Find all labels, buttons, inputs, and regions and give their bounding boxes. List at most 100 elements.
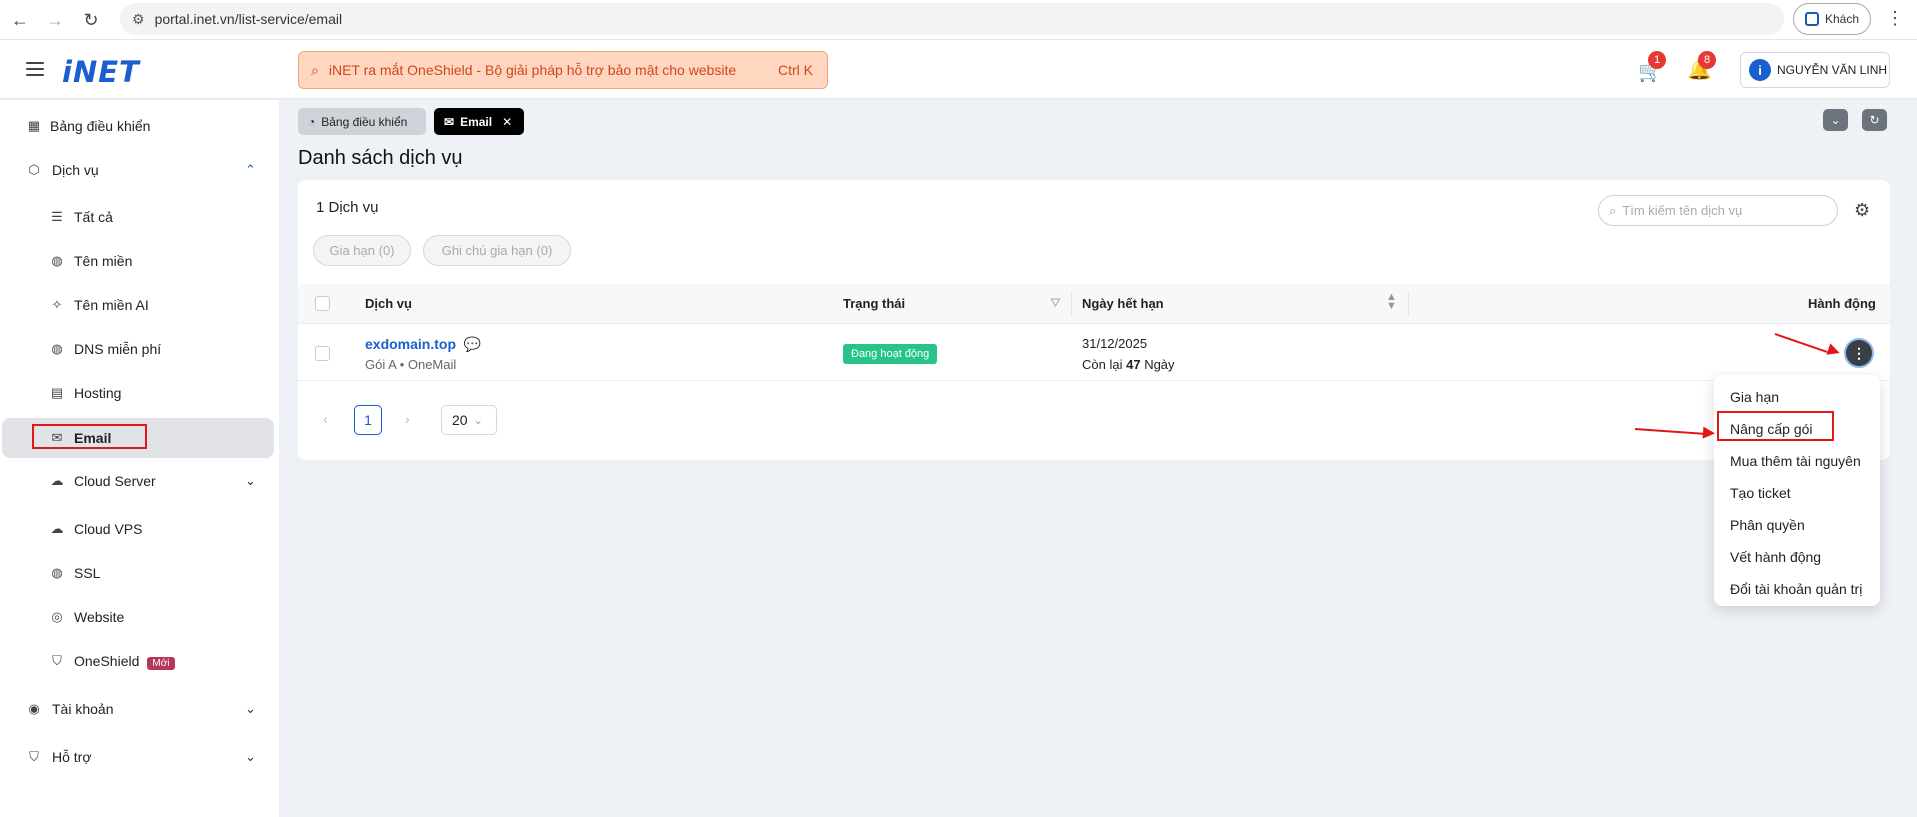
more-actions-button[interactable]: ⋮ [1846,340,1872,366]
sidebar-item-label: Cloud Server [74,473,156,489]
refresh-icon[interactable]: ↻ [1862,109,1887,131]
chevron-down-icon[interactable]: ⌄ [245,701,256,717]
chevron-down-icon: ⌄ [473,414,483,427]
sidebar-item-free-dns[interactable]: ◍ DNS miễn phí [0,330,279,368]
sidebar-item-label: Dịch vụ [52,162,99,178]
sidebar-item-support[interactable]: ⛉ Hỗ trợ ⌄ [0,738,279,776]
menu-item-action-log[interactable]: Vết hành động [1730,549,1821,565]
logo[interactable]: iNET [62,55,140,89]
search-icon: ⌕ [311,61,319,78]
sidebar-item-all[interactable]: ☰ Tất cả [0,198,279,236]
menu-item-create-ticket[interactable]: Tạo ticket [1730,485,1791,501]
page-number[interactable]: 1 [354,405,382,435]
chevron-up-icon[interactable]: ⌃ [245,162,256,178]
reload-icon[interactable]: ↻ [76,5,106,35]
guest-label: Khách [1824,12,1860,26]
next-page-icon[interactable]: › [405,411,410,427]
address-bar[interactable]: ⚙ portal.inet.vn/list-service/email [120,3,1784,35]
prev-page-icon[interactable]: ‹ [323,411,328,427]
guest-profile-button[interactable]: Khách [1793,3,1871,35]
sidebar-item-services[interactable]: ⬡ Dịch vụ ⌃ [0,151,279,189]
ssl-globe-icon: ◍ [51,565,63,580]
tab-label: Email [460,114,493,129]
menu-item-permissions[interactable]: Phân quyền [1730,517,1805,533]
sidebar-item-ssl[interactable]: ◍ SSL [0,554,279,592]
tab-dashboard[interactable]: ◔ Bảng điều khiển [298,108,426,135]
sidebar-item-label: Cloud VPS [74,521,143,537]
sidebar-item-label: Tài khoản [52,701,114,717]
select-all-checkbox[interactable] [315,296,330,311]
sidebar-item-domain[interactable]: ◍ Tên miền [0,242,279,280]
sidebar-item-label: SSL [74,565,101,581]
sort-icon[interactable]: ▲ ▼ [1386,292,1397,312]
profile-icon [1804,12,1819,26]
box-icon: ⬡ [28,162,40,177]
chevron-down-icon[interactable]: ⌄ [245,473,256,489]
table-icon: ☰ [51,209,63,224]
filter-icon[interactable]: ⛛ [1050,295,1061,311]
action-dropdown-menu: Gia hạn Nâng cấp gói Mua thêm tài nguyên… [1714,375,1880,606]
comment-icon[interactable]: 💬 [464,336,481,352]
back-icon[interactable]: ← [5,5,35,35]
search-input[interactable]: ⌕ Tìm kiếm tên dịch vụ [1598,195,1838,226]
column-status: Trạng thái [843,296,906,311]
sidebar-item-cloud-vps[interactable]: ☁ Cloud VPS [0,510,279,548]
gear-icon[interactable]: ⚙ [1854,200,1870,221]
expiry-date: 31/12/2025 [1082,336,1148,351]
tab-email[interactable]: ✉ Email ✕ [434,108,524,135]
filter-renew-note-button[interactable]: Ghi chú gia hạn (0) [423,235,571,266]
menu-item-buy-resources[interactable]: Mua thêm tài nguyên [1730,453,1861,469]
sidebar-item-oneshield[interactable]: ⛉ OneShield Mới [0,642,279,680]
user-menu-button[interactable]: i NGUYỄN VĂN LINH [1740,52,1890,88]
row-checkbox[interactable] [315,346,330,361]
remaining-prefix: Còn lại [1082,357,1123,372]
info-icon: i [1749,59,1771,81]
site-info-icon[interactable]: ⚙ [132,11,145,28]
menu-item-change-admin[interactable]: Đổi tài khoản quản trị [1730,581,1862,597]
sidebar-item-label: Bảng điều khiển [50,118,151,134]
website-icon: ◎ [51,609,63,624]
tab-label: Bảng điều khiển [321,114,408,129]
url-text: portal.inet.vn/list-service/email [154,11,343,27]
page-size-select[interactable]: 20 ⌄ [441,405,497,435]
sidebar-item-ai-domain[interactable]: ✧ Tên miền AI [0,286,279,324]
hamburger-icon[interactable] [26,62,44,76]
service-name-link[interactable]: exdomain.top 💬 [365,336,481,353]
cart-badge: 1 [1648,51,1666,69]
forward-icon[interactable]: → [40,5,70,35]
sidebar-item-cloud-server[interactable]: ☁ Cloud Server ⌄ [0,462,279,500]
gauge-icon: ◔ [308,114,316,129]
browser-menu-icon[interactable]: ⋮ [1886,8,1904,29]
announcement-search-bar[interactable]: ⌕ iNET ra mắt OneShield - Bộ giải pháp h… [298,51,828,89]
close-icon[interactable]: ✕ [502,115,512,129]
remaining-days: Còn lại 47 Ngày [1082,357,1175,372]
sidebar-item-account[interactable]: ◉ Tài khoản ⌄ [0,690,279,728]
filter-renew-button[interactable]: Gia hạn (0) [313,235,411,266]
service-name: exdomain.top [365,336,457,352]
service-plan: Gói A • OneMail [365,357,457,372]
sidebar-item-label: Tên miền AI [74,297,149,313]
globe-icon: ◍ [51,253,63,268]
cloud-server-icon: ☁ [50,473,64,488]
sparkle-icon: ✧ [51,297,63,312]
sidebar-item-hosting[interactable]: ▤ Hosting [0,374,279,412]
table-row: exdomain.top 💬 Gói A • OneMail Đang hoạt… [298,325,1890,381]
new-badge: Mới [147,656,175,670]
remaining-count: 47 [1126,357,1141,372]
annotation-email-highlight [32,424,147,449]
column-expiry: Ngày hết hạn [1082,296,1164,311]
service-count: 1 Dịch vụ [316,199,379,216]
notification-badge: 8 [1698,51,1716,69]
chevron-down-icon[interactable]: ⌄ [245,749,256,765]
shortcut-hint: Ctrl K [778,62,813,78]
support-shield-icon: ⛉ [29,749,39,764]
status-badge: Đang hoạt động [843,344,938,364]
collapse-tabs-icon[interactable]: ⌄ [1823,109,1848,131]
annotation-upgrade-highlight [1717,411,1834,441]
globe-icon: ◍ [51,341,63,356]
sidebar-item-website[interactable]: ◎ Website [0,598,279,636]
sidebar-item-label: OneShield [74,652,140,669]
sidebar-item-label: Tất cả [74,209,113,225]
sidebar-item-dashboard[interactable]: ▦ Bảng điều khiển [0,107,279,145]
menu-item-renew[interactable]: Gia hạn [1730,389,1779,405]
